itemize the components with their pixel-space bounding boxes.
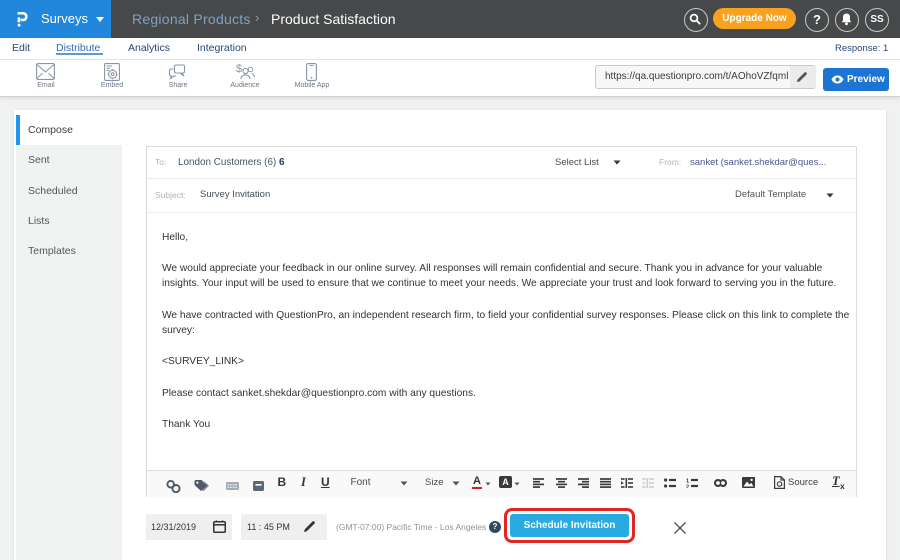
svg-text:$: $ <box>236 63 242 75</box>
svg-text:2: 2 <box>686 484 689 488</box>
